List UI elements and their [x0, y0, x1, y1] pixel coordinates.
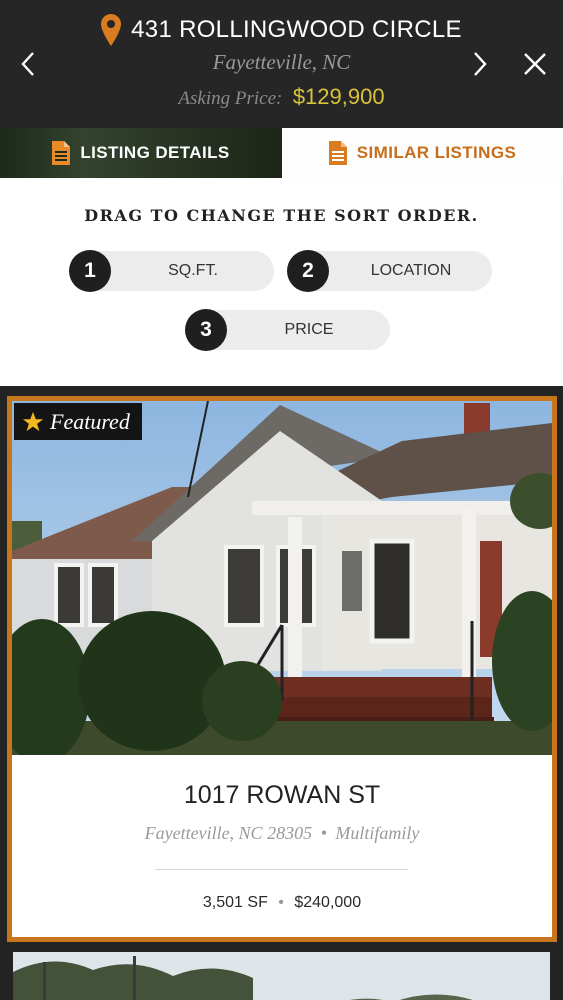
star-icon — [22, 411, 44, 431]
sort-option-location[interactable]: 2 LOCATION — [287, 250, 492, 292]
featured-label: Featured — [50, 408, 130, 434]
sort-option-label: PRICE — [284, 321, 334, 338]
map-pin-icon — [101, 14, 122, 46]
listing-sqft: 3,501 SF — [202, 894, 268, 911]
chevron-left-icon — [21, 52, 34, 76]
divider — [155, 869, 408, 870]
tab-bar: LISTING DETAILS SIMILAR LISTINGS — [0, 128, 563, 178]
sort-heading: DRAG TO CHANGE THE SORT ORDER. — [84, 206, 479, 225]
sort-order-panel: DRAG TO CHANGE THE SORT ORDER. 1 SQ.FT. … — [0, 178, 563, 386]
featured-badge: Featured — [14, 403, 142, 440]
asking-price: Asking Price: $129,900 — [0, 84, 563, 110]
separator: • — [278, 894, 284, 911]
sort-option-label: LOCATION — [370, 262, 452, 279]
sort-option-label: SQ.FT. — [168, 262, 218, 279]
asking-price-label: Asking Price: — [178, 88, 283, 109]
listing-type: Multifamily — [335, 823, 420, 843]
tab-similar-listings-label: SIMILAR LISTINGS — [356, 143, 517, 162]
page-title: 431 ROLLINGWOOD CIRCLE — [131, 16, 462, 43]
close-button[interactable] — [515, 44, 555, 84]
sort-option-price[interactable]: 3 PRICE — [185, 309, 390, 351]
asking-price-value: $129,900 — [292, 84, 385, 109]
previous-listing-button[interactable] — [8, 44, 48, 84]
listing-photo: Featured — [12, 401, 552, 755]
header-title-row: 431 ROLLINGWOOD CIRCLE — [0, 14, 563, 46]
document-icon — [52, 141, 71, 165]
listing-address: 1017 ROWAN ST — [183, 781, 381, 809]
listing-location: Fayetteville, NC 28305 — [144, 823, 313, 843]
next-listing-button[interactable] — [460, 44, 500, 84]
tab-similar-listings[interactable]: SIMILAR LISTINGS — [282, 128, 563, 178]
next-listing-photo — [13, 952, 550, 1000]
listing-stats: 3,501 SF • $240,000 — [12, 894, 552, 912]
tab-listing-details-label: LISTING DETAILS — [80, 143, 230, 162]
sort-rank-badge: 3 — [185, 309, 227, 351]
sort-rank-badge: 1 — [69, 250, 111, 292]
next-listing-card[interactable] — [13, 952, 550, 1000]
close-icon — [524, 53, 546, 75]
listing-price: $240,000 — [294, 894, 362, 911]
tab-listing-details[interactable]: LISTING DETAILS — [0, 128, 282, 178]
listing-header: 431 ROLLINGWOOD CIRCLE Fayetteville, NC … — [0, 0, 563, 128]
sort-rank-badge: 2 — [287, 250, 329, 292]
separator: • — [320, 823, 327, 843]
chevron-right-icon — [474, 52, 487, 76]
document-icon — [328, 141, 347, 165]
listing-subtitle: Fayetteville, NC 28305 • Multifamily — [12, 823, 552, 844]
sort-option-sqft[interactable]: 1 SQ.FT. — [69, 250, 274, 292]
listing-card[interactable]: Featured 1017 ROWAN ST Fayetteville, NC … — [7, 396, 557, 942]
